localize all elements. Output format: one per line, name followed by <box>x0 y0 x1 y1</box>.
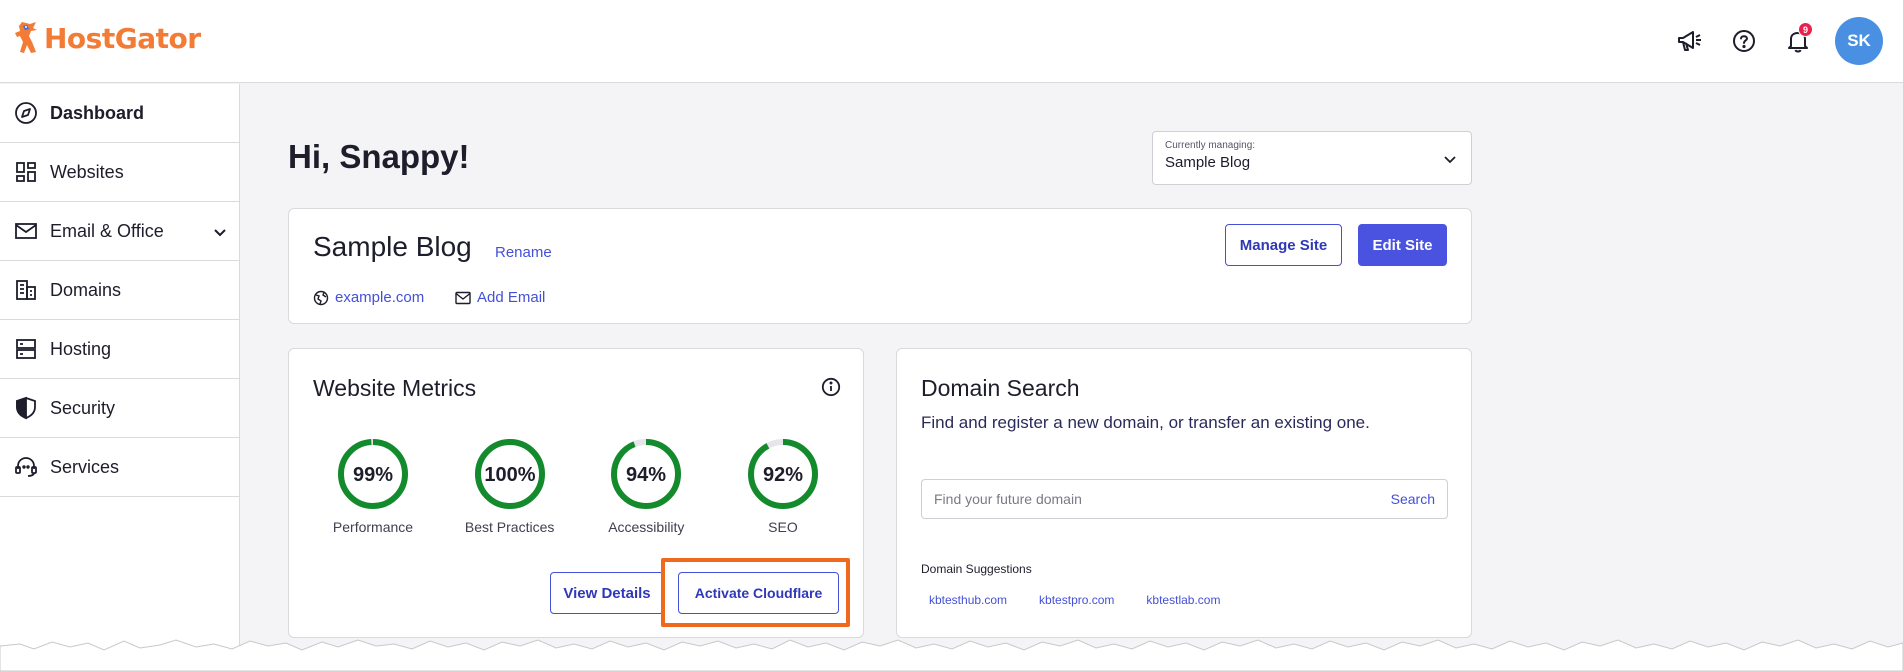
managing-label: Currently managing: <box>1165 140 1256 151</box>
metrics-title: Website Metrics <box>313 375 477 401</box>
add-email-link[interactable]: Add Email <box>455 289 545 306</box>
currently-managing-select[interactable]: Currently managing: Sample Blog <box>1152 131 1472 185</box>
server-icon <box>14 337 38 361</box>
manage-site-button[interactable]: Manage Site <box>1225 224 1342 266</box>
compass-icon <box>14 101 38 125</box>
domain-search-subtitle: Find and register a new domain, or trans… <box>921 413 1370 432</box>
sidebar-item-label: Email & Office <box>50 220 164 241</box>
gauge-best-practices: 100% Best Practices <box>446 437 574 535</box>
domain-suggestion-link[interactable]: kbtesthub.com <box>929 593 1007 607</box>
hostgator-logo[interactable]: HostGator <box>14 20 201 56</box>
sidebar-item-hosting[interactable]: Hosting <box>0 320 239 379</box>
metrics-gauges: 99% Performance 100% Best Practices 94% … <box>309 437 847 535</box>
sidebar-item-label: Dashboard <box>50 102 145 123</box>
highlight-box <box>661 558 850 627</box>
sidebar-item-services[interactable]: Services <box>0 438 239 497</box>
support-agent-icon <box>14 455 38 479</box>
page-title: Hi, Snappy! <box>288 138 470 175</box>
help-icon[interactable] <box>1717 16 1771 66</box>
mail-icon <box>455 291 471 304</box>
megaphone-icon[interactable] <box>1663 16 1717 66</box>
site-card: Sample Blog Rename example.com Add Email… <box>288 208 1472 324</box>
domain-search-card: Domain Search Find and register a new do… <box>896 348 1472 638</box>
gauge-label: Best Practices <box>464 519 555 535</box>
domain-search-input[interactable] <box>922 480 1342 518</box>
domain-search-title: Domain Search <box>921 375 1080 401</box>
sidebar-item-label: Security <box>50 397 116 418</box>
header-actions: 9 SK <box>1663 16 1883 66</box>
gauge-label: Accessibility <box>608 519 685 535</box>
domain-search-box: Search <box>921 479 1448 519</box>
notification-badge: 9 <box>1798 22 1813 37</box>
domain-text: example.com <box>335 289 425 306</box>
top-header: HostGator 9 SK <box>0 0 1903 83</box>
gauge-label: Performance <box>332 519 414 535</box>
site-title: Sample Blog <box>313 231 472 262</box>
search-button[interactable]: Search <box>1391 491 1435 507</box>
managing-value: Sample Blog <box>1165 154 1251 171</box>
sidebar-item-email-office[interactable]: Email & Office <box>0 202 239 261</box>
sidebar-item-websites[interactable]: Websites <box>0 143 239 202</box>
torn-edge-decoration <box>0 639 1903 671</box>
gator-mascot-icon <box>15 22 37 53</box>
sidebar-item-security[interactable]: Security <box>0 379 239 438</box>
sidebar-item-dashboard[interactable]: Dashboard <box>0 84 239 143</box>
sidebar-item-label: Websites <box>50 161 124 182</box>
mail-icon <box>14 219 38 243</box>
gauge-value: 94% <box>626 464 666 486</box>
gauge-seo: 92% SEO <box>719 437 847 535</box>
view-details-button[interactable]: View Details <box>550 572 664 614</box>
gauge-ring: 99% <box>338 439 408 509</box>
gauge-value: 100% <box>484 464 535 486</box>
sidebar-nav: Dashboard Websites Email & Office Domain… <box>0 84 240 671</box>
domain-suggestions-list: kbtesthub.com kbtestpro.com kbtestlab.co… <box>929 593 1220 607</box>
gauge-accessibility: 94% Accessibility <box>582 437 710 535</box>
gauge-value: 92% <box>763 464 803 486</box>
chevron-down-icon[interactable] <box>213 222 227 243</box>
shield-icon <box>14 396 38 420</box>
user-avatar[interactable]: SK <box>1835 17 1883 65</box>
sidebar-item-label: Hosting <box>50 338 112 359</box>
domain-suggestion-link[interactable]: kbtestpro.com <box>1039 593 1114 607</box>
domain-suggestions-title: Domain Suggestions <box>921 562 1032 576</box>
gauge-ring: 100% <box>474 439 545 509</box>
rename-link[interactable]: Rename <box>495 244 552 261</box>
chevron-down-icon <box>1443 152 1457 170</box>
gauge-label: SEO <box>768 519 798 535</box>
globe-icon <box>313 290 329 305</box>
gauge-performance: 99% Performance <box>309 437 437 535</box>
bell-icon[interactable]: 9 <box>1771 16 1825 66</box>
info-icon[interactable] <box>821 377 841 402</box>
grid-icon <box>14 160 38 184</box>
domain-link[interactable]: example.com <box>313 289 424 306</box>
domain-suggestion-link[interactable]: kbtestlab.com <box>1146 593 1220 607</box>
sidebar-item-label: Services <box>50 456 120 477</box>
sidebar-item-domains[interactable]: Domains <box>0 261 239 320</box>
sidebar-item-label: Domains <box>50 279 122 300</box>
building-icon <box>14 278 38 302</box>
edit-site-button[interactable]: Edit Site <box>1358 224 1447 266</box>
gauge-value: 99% <box>353 464 393 486</box>
gauge-ring: 94% <box>611 439 682 509</box>
gauge-ring: 92% <box>747 439 818 509</box>
brand-name: HostGator <box>44 21 201 55</box>
add-email-text: Add Email <box>477 289 546 306</box>
